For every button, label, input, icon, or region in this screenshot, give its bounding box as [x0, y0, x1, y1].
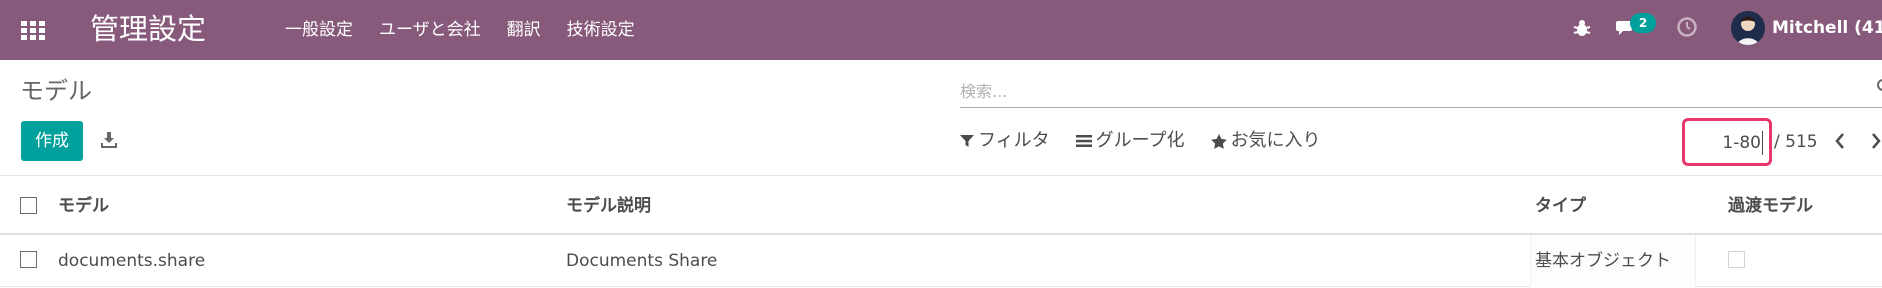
group-by-button[interactable]: グループ化: [1075, 128, 1185, 154]
pager-value: 1-80: [1722, 131, 1763, 155]
avatar[interactable]: [1731, 11, 1765, 45]
app-title[interactable]: 管理設定: [90, 9, 206, 49]
breadcrumb: モデル: [20, 77, 92, 105]
column-header-description[interactable]: モデル説明: [566, 193, 651, 219]
bars-icon: [1075, 135, 1092, 147]
filter-icon: [960, 135, 974, 147]
list-table: モデル モデル説明 タイプ 過渡モデル documents.share Docu…: [0, 177, 1882, 287]
pager-limit: / 515: [1774, 132, 1818, 152]
menu-item-general-settings[interactable]: 一般設定: [285, 16, 353, 44]
row-checkbox[interactable]: [20, 251, 37, 268]
column-header-model[interactable]: モデル: [58, 193, 109, 219]
column-header-transient[interactable]: 過渡モデル: [1728, 193, 1813, 219]
chevron-left-icon[interactable]: [1832, 130, 1848, 152]
menu-item-technical[interactable]: 技術設定: [567, 16, 635, 44]
pager-value-input[interactable]: 1-80: [1682, 118, 1772, 166]
messages-count-badge: 2: [1630, 13, 1656, 33]
search-input[interactable]: [960, 78, 1860, 104]
column-header-type[interactable]: タイプ: [1535, 193, 1586, 219]
top-navbar: 管理設定 一般設定 ユーザと会社 翻訳 技術設定 2 Mitchell (414…: [0, 0, 1882, 60]
transient-checkbox: [1728, 251, 1745, 268]
model-name-cell: documents.share: [58, 251, 206, 271]
menu-item-users-companies[interactable]: ユーザと会社: [379, 16, 481, 44]
filter-label: フィルタ: [978, 130, 1050, 151]
main-menu: 一般設定 ユーザと会社 翻訳 技術設定: [285, 16, 661, 44]
search-options: フィルタ グループ化 お気に入り: [960, 128, 1347, 154]
favorites-label: お気に入り: [1230, 130, 1321, 151]
control-panel: モデル 作成 フィルタ グループ化 お気に入り: [0, 60, 1882, 176]
menu-item-translations[interactable]: 翻訳: [507, 16, 541, 44]
table-row[interactable]: documents.share Documents Share 基本オブジェクト: [0, 235, 1882, 287]
chevron-right-icon[interactable]: [1868, 130, 1882, 152]
download-icon[interactable]: [100, 131, 118, 149]
model-type-cell: 基本オブジェクト: [1535, 251, 1671, 271]
clock-icon[interactable]: [1676, 16, 1698, 38]
model-description-cell: Documents Share: [566, 251, 718, 271]
filter-button[interactable]: フィルタ: [960, 128, 1050, 154]
search-box: [960, 74, 1882, 108]
table-header: モデル モデル説明 タイプ 過渡モデル: [0, 177, 1882, 235]
star-icon: [1210, 133, 1227, 149]
user-name[interactable]: Mitchell (414e: [1772, 14, 1882, 42]
search-icon[interactable]: [1876, 78, 1882, 92]
pager: 1-80 / 515: [1682, 118, 1818, 166]
select-all-checkbox[interactable]: [20, 197, 37, 214]
group-by-label: グループ化: [1095, 130, 1185, 151]
bug-icon[interactable]: [1573, 18, 1591, 38]
create-button[interactable]: 作成: [21, 121, 83, 161]
favorites-button[interactable]: お気に入り: [1210, 128, 1321, 154]
grid-icon[interactable]: [21, 21, 45, 40]
